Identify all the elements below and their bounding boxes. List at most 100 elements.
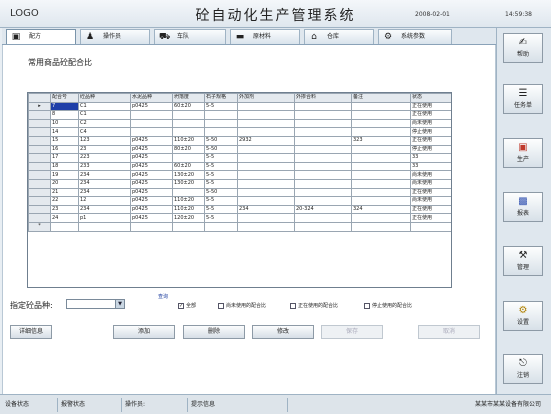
table-row[interactable]: 20 234 p0425 130±20 5-5 尚未使用 xyxy=(28,178,451,189)
table-cell[interactable] xyxy=(294,110,352,120)
table-cell[interactable]: 5-5 xyxy=(204,101,238,112)
table-cell[interactable]: p0425 xyxy=(130,170,173,180)
table-cell[interactable]: 5-50 xyxy=(204,187,238,198)
table-row[interactable]: 24 p1 p0425 120±20 5-5 正在使用 xyxy=(28,213,451,223)
table-row[interactable]: 16 23 p0425 80±20 5-50 停止使用 xyxy=(28,144,451,155)
table-cell[interactable] xyxy=(294,101,352,112)
query-link[interactable]: 查询 xyxy=(158,293,168,300)
tab-fleet[interactable]: ⛟ 车队 xyxy=(154,29,226,44)
table-cell[interactable]: 正在使用 xyxy=(410,101,451,112)
table-cell[interactable]: 5-5 xyxy=(204,204,238,215)
table-cell[interactable]: 110±20 xyxy=(172,196,205,206)
table-cell[interactable] xyxy=(78,221,131,232)
table-cell[interactable]: 17 xyxy=(50,153,79,163)
checkbox-box[interactable] xyxy=(290,302,296,309)
row-indicator[interactable] xyxy=(28,187,51,198)
table-cell[interactable] xyxy=(172,110,205,120)
table-cell[interactable]: 5-5 xyxy=(204,196,238,206)
table-cell[interactable]: 233 xyxy=(78,161,131,172)
table-cell[interactable]: 尚未使用 xyxy=(410,178,451,189)
table-cell[interactable] xyxy=(172,221,205,232)
table-row[interactable]: 8 C1 正在使用 xyxy=(28,110,451,120)
table-cell[interactable]: 尚未使用 xyxy=(410,118,451,129)
modify-button[interactable]: 修改 xyxy=(252,325,314,339)
table-cell[interactable]: p0425 xyxy=(130,101,173,112)
table-cell[interactable] xyxy=(172,153,205,163)
table-cell[interactable]: 234 xyxy=(237,204,295,215)
row-indicator[interactable] xyxy=(28,204,51,215)
column-header[interactable]: 坍落度 xyxy=(172,93,205,103)
table-cell[interactable] xyxy=(237,196,295,206)
row-indicator[interactable]: ▸ xyxy=(28,101,51,112)
chevron-down-icon[interactable]: ▼ xyxy=(115,300,124,308)
table-cell[interactable]: 尚未使用 xyxy=(410,196,451,206)
table-cell[interactable]: 5-50 xyxy=(204,144,238,155)
table-row[interactable]: 23 234 p0425 110±20 5-5 234 20-324 324 正在使用 xyxy=(28,204,451,215)
table-row[interactable]: 14 C4 停止使用 xyxy=(28,127,451,137)
row-indicator[interactable] xyxy=(28,161,51,172)
task-list-button[interactable]: ☰ 任务单 xyxy=(503,84,543,114)
table-cell[interactable] xyxy=(351,118,411,129)
table-cell[interactable]: 324 xyxy=(351,204,411,215)
row-indicator[interactable] xyxy=(28,135,51,146)
table-cell[interactable]: 10 xyxy=(50,118,79,129)
table-cell[interactable] xyxy=(204,118,238,129)
table-cell[interactable]: p0425 xyxy=(130,196,173,206)
table-cell[interactable] xyxy=(351,153,411,163)
table-cell[interactable]: p0425 xyxy=(130,187,173,198)
table-cell[interactable]: 23 xyxy=(50,204,79,215)
row-indicator[interactable] xyxy=(28,110,51,120)
column-header[interactable]: 外掺合料 xyxy=(294,93,352,103)
table-cell[interactable] xyxy=(351,221,411,232)
table-cell[interactable]: p1 xyxy=(78,213,131,223)
table-row[interactable]: 22 12 p0425 110±20 5-5 尚未使用 xyxy=(28,196,451,206)
table-cell[interactable]: 33 xyxy=(410,161,451,172)
table-cell[interactable] xyxy=(294,127,352,137)
table-cell[interactable]: 130±20 xyxy=(172,170,205,180)
table-row[interactable]: 15 123 p0425 110±20 5-50 2932 323 正在使用 xyxy=(28,135,451,146)
table-cell[interactable] xyxy=(294,187,352,198)
table-cell[interactable] xyxy=(294,213,352,223)
column-header[interactable]: 外加剂 xyxy=(237,93,295,103)
table-cell[interactable]: 正在使用 xyxy=(410,204,451,215)
row-indicator[interactable] xyxy=(28,213,51,223)
table-cell[interactable]: 5-5 xyxy=(204,153,238,163)
checkbox-in-use[interactable]: 正在使用的配合比 xyxy=(290,302,338,310)
table-cell[interactable]: C2 xyxy=(78,118,131,129)
checkbox-box[interactable] xyxy=(364,302,370,309)
table-cell[interactable]: 12 xyxy=(78,196,131,206)
table-cell[interactable]: p0425 xyxy=(130,135,173,146)
table-cell[interactable] xyxy=(172,187,205,198)
table-cell[interactable]: p0425 xyxy=(130,153,173,163)
table-cell[interactable] xyxy=(351,101,411,112)
column-header[interactable]: 水泥品种 xyxy=(130,93,173,103)
table-cell[interactable] xyxy=(351,161,411,172)
manage-button[interactable]: ⚒ 管理 xyxy=(503,246,543,276)
table-cell[interactable]: 110±20 xyxy=(172,204,205,215)
table-row[interactable]: 18 233 p0425 60±20 5-5 33 xyxy=(28,161,451,172)
table-cell[interactable] xyxy=(351,127,411,137)
table-row[interactable]: ▸ 7 C1 p0425 60±20 5-5 正在使用 xyxy=(28,101,451,112)
table-cell[interactable]: p0425 xyxy=(130,161,173,172)
table-cell[interactable]: 尚未使用 xyxy=(410,170,451,180)
table-cell[interactable]: 5-5 xyxy=(204,213,238,223)
checkbox-unused[interactable]: 尚未使用的配合比 xyxy=(218,302,266,310)
table-cell[interactable]: 130±20 xyxy=(172,178,205,189)
tab-operator[interactable]: ♟ 操作员 xyxy=(80,29,150,44)
row-indicator[interactable] xyxy=(28,118,51,129)
table-cell[interactable]: 123 xyxy=(78,135,131,146)
table-cell[interactable]: 正在使用 xyxy=(410,135,451,146)
table-cell[interactable] xyxy=(237,161,295,172)
table-cell[interactable]: 16 xyxy=(50,144,79,155)
table-cell[interactable]: 223 xyxy=(78,153,131,163)
checkbox-box[interactable] xyxy=(218,302,224,309)
table-cell[interactable]: 19 xyxy=(50,170,79,180)
add-button[interactable]: 添加 xyxy=(113,325,175,339)
table-cell[interactable]: 正在使用 xyxy=(410,110,451,120)
table-cell[interactable] xyxy=(237,187,295,198)
production-button[interactable]: ▣ 生产 xyxy=(503,138,543,168)
checkbox-box[interactable]: ✓ xyxy=(178,302,184,309)
table-cell[interactable]: 20 xyxy=(50,178,79,189)
table-cell[interactable]: 323 xyxy=(351,135,411,146)
checkbox-stopped[interactable]: 停止使用的配合比 xyxy=(364,302,412,310)
